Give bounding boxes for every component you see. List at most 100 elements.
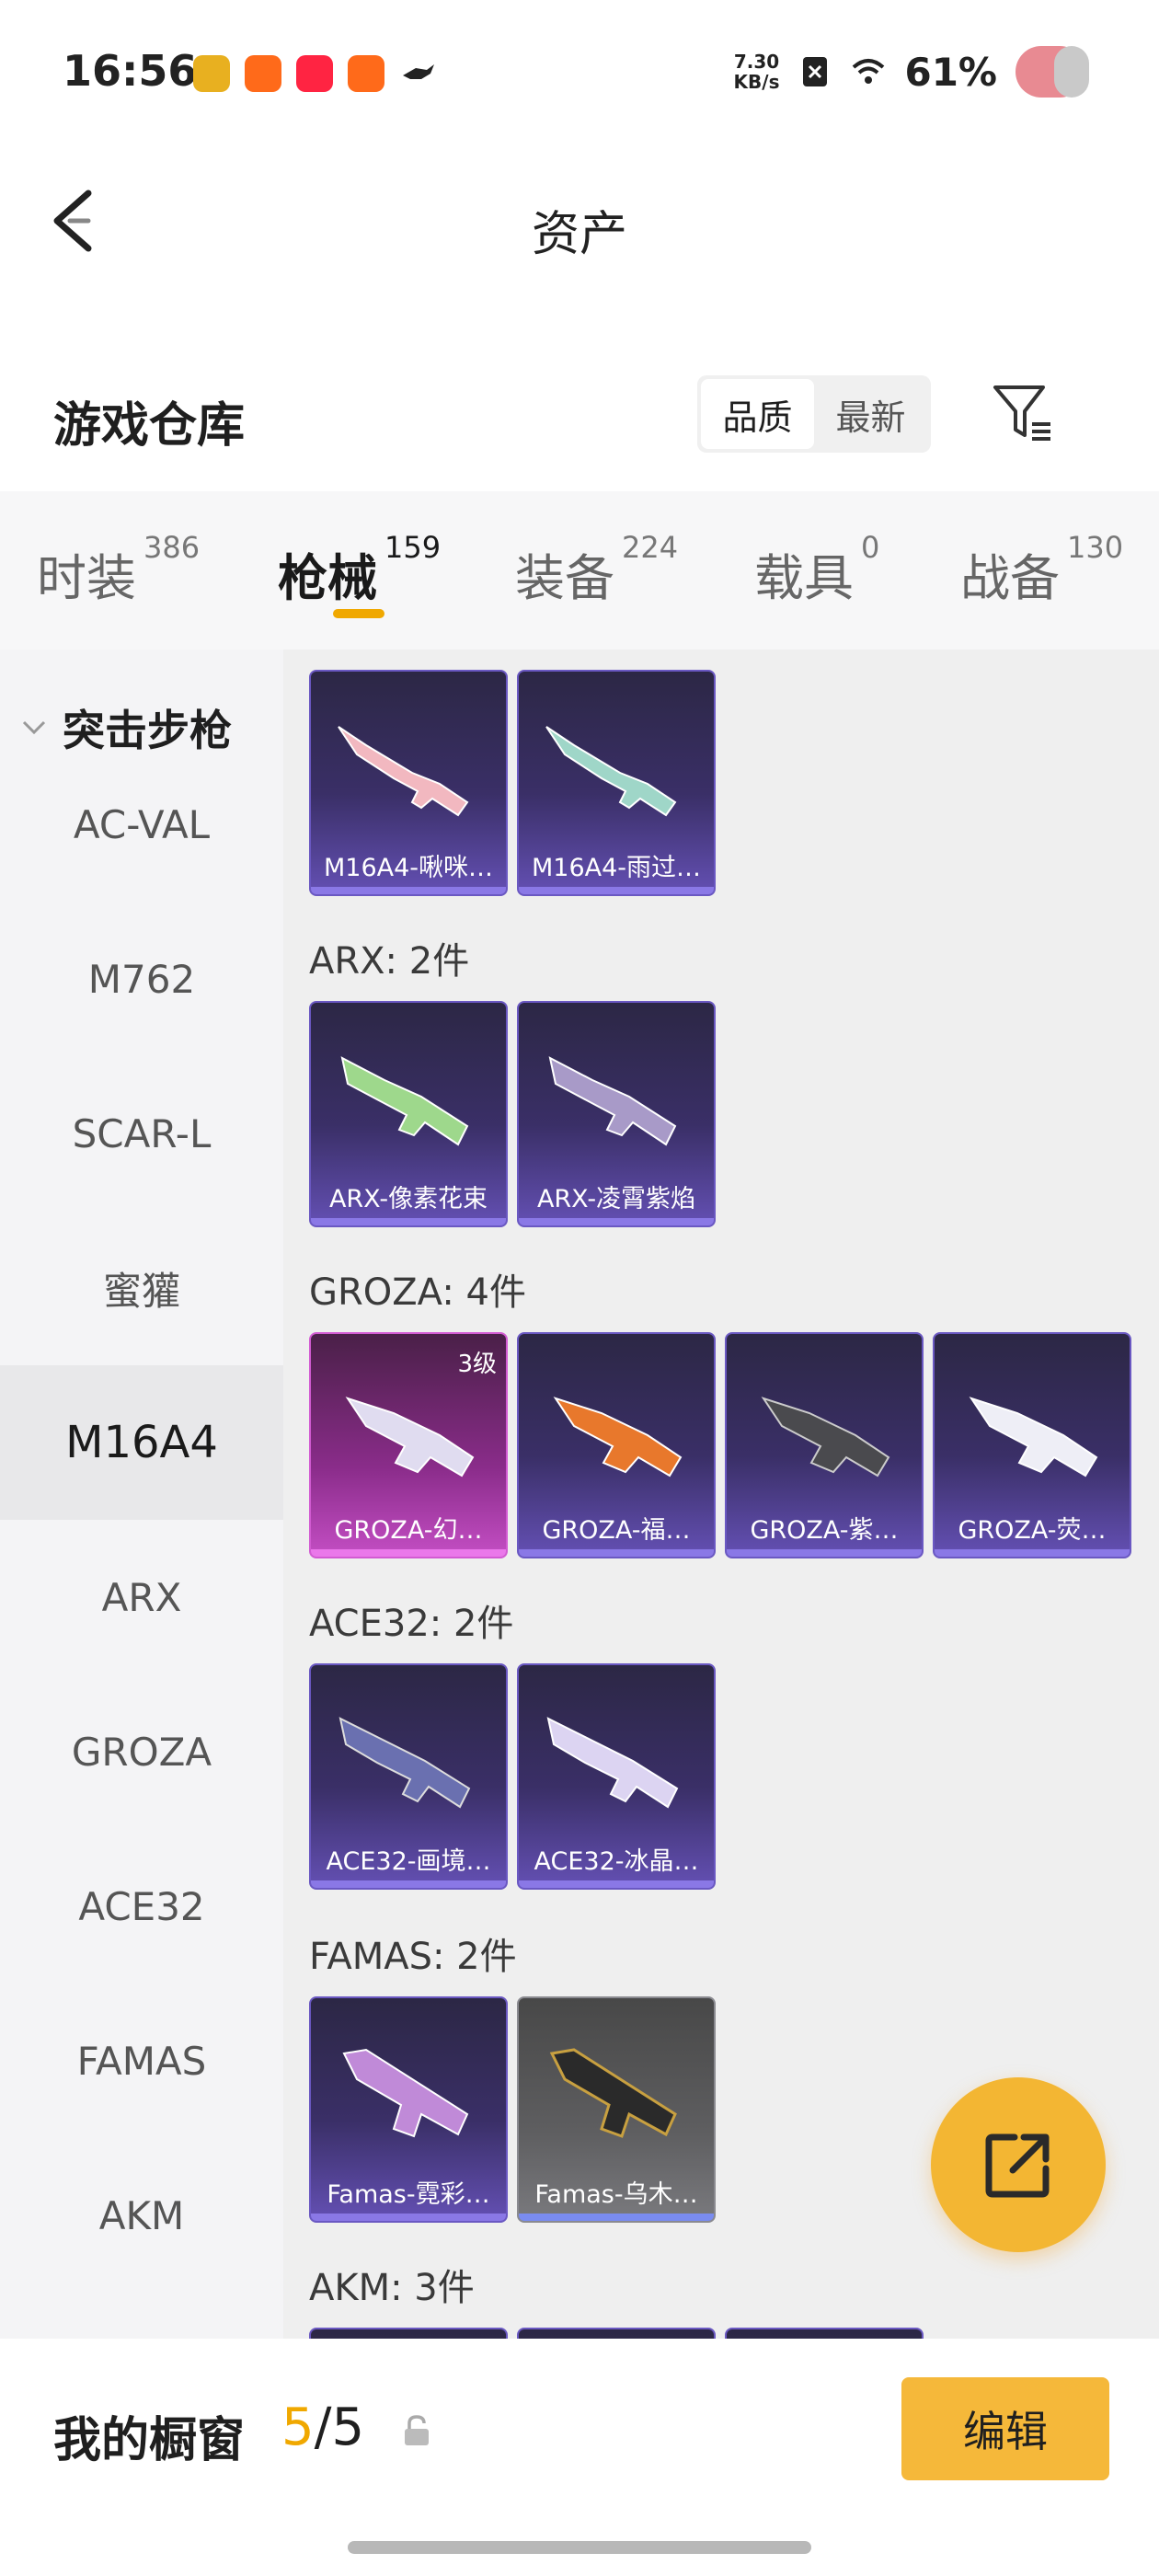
skin-card[interactable]: M16A4-啾咪… <box>309 670 508 896</box>
skin-card[interactable]: GROZA-荧… <box>933 1332 1131 1558</box>
skin-name: GROZA-福… <box>542 1516 691 1545</box>
kuaishou-icon <box>245 55 281 92</box>
tab-equipment[interactable]: 装备224 <box>515 530 678 610</box>
sidebar-item-groza[interactable]: GROZA <box>0 1674 283 1829</box>
tab-vehicles[interactable]: 载具0 <box>754 530 879 610</box>
rarity-bar <box>519 1880 714 1888</box>
sidebar-item-arx[interactable]: ARX <box>0 1520 283 1674</box>
avatar-icon <box>1016 46 1089 98</box>
rifle-icon <box>549 2048 677 2138</box>
skin-name: ACE32-冰晶… <box>534 1847 699 1876</box>
share-icon <box>985 2133 1050 2198</box>
notification-icons <box>193 55 436 92</box>
skin-card[interactable]: M16A4-雨过… <box>517 670 716 896</box>
skin-card[interactable] <box>725 2328 924 2339</box>
m16a4-row: M16A4-啾咪… M16A4-雨过… <box>309 670 716 896</box>
page-header: 资产 <box>0 147 1159 294</box>
rarity-bar <box>519 1218 714 1225</box>
skin-card[interactable]: Famas-霓彩… <box>309 1996 508 2223</box>
chevron-down-icon <box>22 720 46 735</box>
sidebar-item-m762[interactable]: M762 <box>0 902 283 1056</box>
status-bar: 16:56 7.30 KB/s 61% <box>0 0 1159 147</box>
sidebar-item-m16a4[interactable]: M16A4 <box>0 1365 283 1520</box>
active-tab-indicator <box>333 609 384 618</box>
rarity-bar <box>311 1880 506 1888</box>
skin-name: Famas-霓彩… <box>327 2180 490 2209</box>
section-label-famas: FAMAS: 2件 <box>309 1936 517 1978</box>
skin-card[interactable]: GROZA-福… <box>517 1332 716 1558</box>
sidebar-item-honey-badger[interactable]: 蜜獾 <box>0 1211 283 1365</box>
rifle-icon <box>548 1056 677 1146</box>
tab-fashion[interactable]: 时装386 <box>37 530 200 610</box>
home-indicator[interactable] <box>348 2541 811 2554</box>
tab-vehicles-label: 载具 <box>754 549 854 607</box>
skin-card[interactable]: GROZA-紫… <box>725 1332 924 1558</box>
tab-fashion-label: 时装 <box>37 549 136 607</box>
skin-card[interactable]: Famas-乌木… <box>517 1996 716 2223</box>
skin-name: ARX-凌霄紫焰 <box>536 1185 696 1213</box>
share-button[interactable] <box>931 2077 1106 2252</box>
kuaishou-icon <box>348 55 384 92</box>
sidebar-item-ac-val[interactable]: AC-VAL <box>0 747 283 902</box>
skin-name: GROZA-荧… <box>958 1516 1107 1545</box>
rarity-bar <box>727 1549 922 1557</box>
rarity-bar <box>311 2214 506 2221</box>
status-time: 16:56 <box>63 46 198 96</box>
arx-row: ARX-像素花束 ARX-凌霄紫焰 <box>309 1001 716 1227</box>
tab-equipment-count: 224 <box>622 530 679 565</box>
network-speed: 7.30 KB/s <box>734 52 780 92</box>
rarity-bar <box>519 1549 714 1557</box>
famas-row: Famas-霓彩… Famas-乌木… <box>309 1996 716 2223</box>
sidebar-item-akm[interactable]: AKM <box>0 2138 283 2293</box>
sidebar-item-scar-l[interactable]: SCAR-L <box>0 1056 283 1211</box>
rarity-bar <box>519 2214 714 2221</box>
wifi-icon <box>853 59 885 84</box>
rifle-icon <box>553 1397 683 1478</box>
rarity-bar <box>311 887 506 894</box>
showcase-bar: 我的橱窗 5/5 编辑 <box>0 2339 1159 2576</box>
rarity-bar <box>519 887 714 894</box>
skin-card[interactable] <box>309 2328 508 2339</box>
rifle-icon <box>969 1397 1098 1478</box>
section-label-ace32: ACE32: 2件 <box>309 1603 514 1645</box>
sidebar-item-famas[interactable]: FAMAS <box>0 1984 283 2138</box>
skin-card[interactable]: 3级 GROZA-幻… <box>309 1332 508 1558</box>
sort-quality-option[interactable]: 品质 <box>701 379 814 449</box>
skin-card[interactable]: ACE32-画境… <box>309 1663 508 1890</box>
skin-card[interactable]: ARX-像素花束 <box>309 1001 508 1227</box>
showcase-total: /5 <box>314 2398 365 2457</box>
rifle-icon <box>340 1056 469 1146</box>
section-label-akm: AKM: 3件 <box>309 2267 475 2309</box>
edit-button[interactable]: 编辑 <box>901 2377 1109 2480</box>
skin-card[interactable]: ARX-凌霄紫焰 <box>517 1001 716 1227</box>
tab-weapons-count: 159 <box>384 530 442 565</box>
groza-row: 3级 GROZA-幻… GROZA-福… GROZA-紫… GROZA-荧… <box>309 1332 1131 1558</box>
tab-gear[interactable]: 战备130 <box>960 530 1123 610</box>
rifle-icon <box>761 1397 890 1478</box>
skin-name: ACE32-画境… <box>326 1847 491 1876</box>
sidebar-item-ace32[interactable]: ACE32 <box>0 1829 283 1984</box>
tab-weapons[interactable]: 枪械159 <box>278 530 441 610</box>
skin-name: GROZA-幻… <box>334 1516 483 1545</box>
weapon-type-sidebar: 突击步枪 AC-VAL M762 SCAR-L 蜜獾 M16A4 ARX GRO… <box>0 650 283 2339</box>
rarity-bar <box>935 1549 1130 1557</box>
filter-icon[interactable] <box>992 382 1056 446</box>
skin-name: M16A4-啾咪… <box>323 854 494 882</box>
tab-gear-label: 战备 <box>960 549 1060 607</box>
rifle-icon <box>345 1397 475 1478</box>
rifle-icon <box>338 726 469 817</box>
skin-card[interactable] <box>517 2328 716 2339</box>
akm-row <box>309 2328 924 2339</box>
sort-newest-option[interactable]: 最新 <box>814 379 927 449</box>
rifle-icon <box>339 1717 471 1809</box>
lock-icon <box>405 2415 429 2445</box>
status-right: 7.30 KB/s 61% <box>734 46 1089 98</box>
tab-equipment-label: 装备 <box>515 549 614 607</box>
skin-card[interactable]: ACE32-冰晶… <box>517 1663 716 1890</box>
rifle-icon <box>342 2048 469 2138</box>
tab-weapons-label: 枪械 <box>278 549 377 607</box>
bird-icon <box>399 55 436 92</box>
section-label-groza: GROZA: 4件 <box>309 1271 526 1314</box>
tab-gear-count: 130 <box>1067 530 1124 565</box>
rifle-icon <box>545 726 677 817</box>
